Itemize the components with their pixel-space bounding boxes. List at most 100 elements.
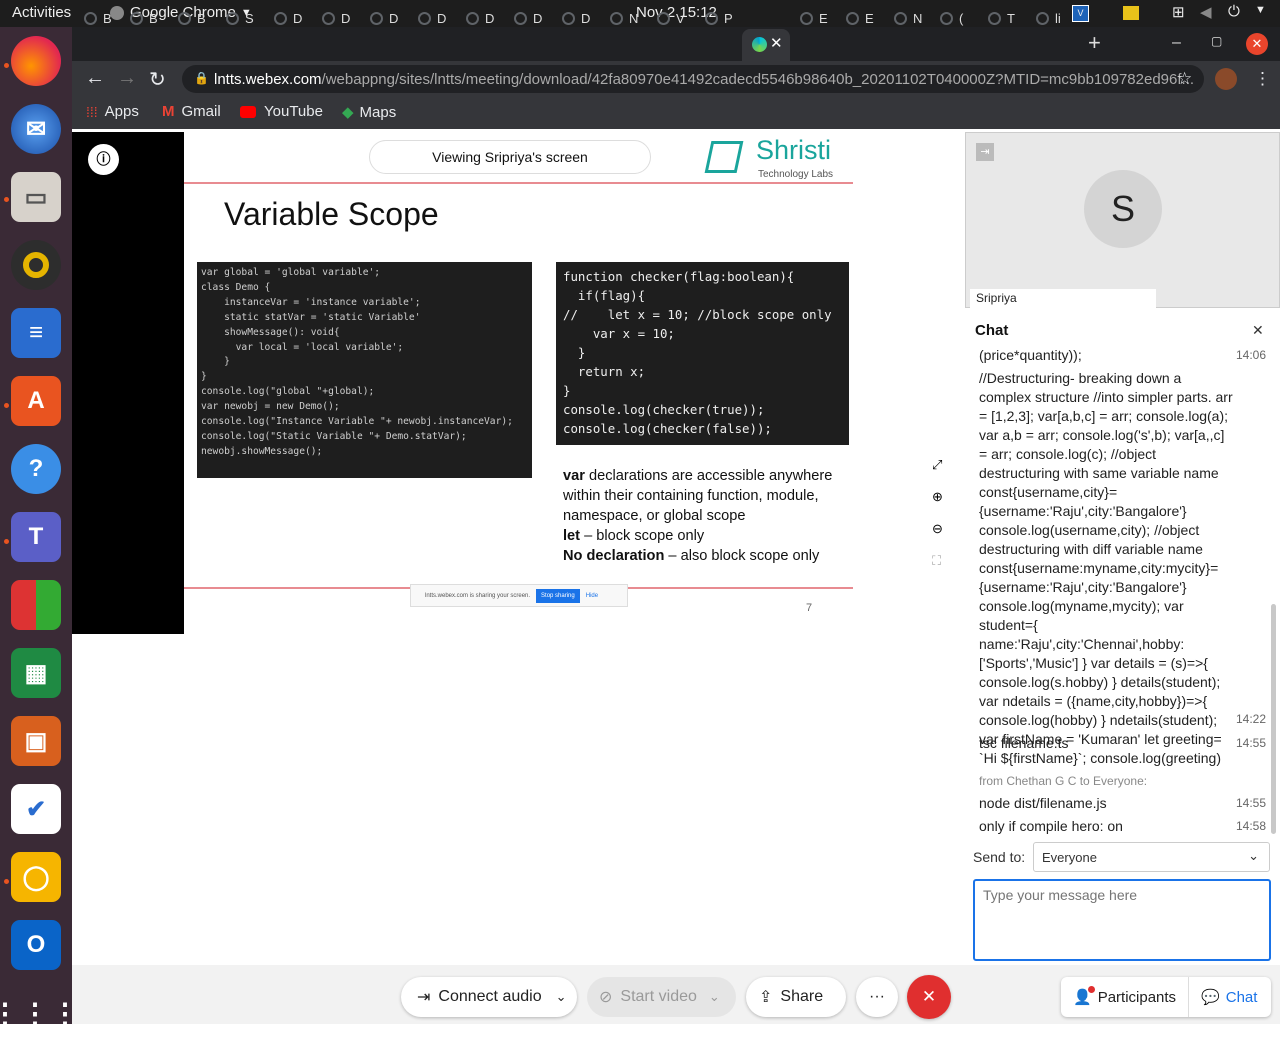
power-icon[interactable]: ⏻ <box>1228 3 1240 20</box>
close-chat-icon[interactable]: ✕ <box>1252 322 1264 339</box>
address-bar[interactable]: 🔒 lntts.webex.com/webappng/sites/lntts/m… <box>182 65 1204 93</box>
browser-tab[interactable]: li <box>1036 5 1061 32</box>
browser-tab[interactable]: E <box>846 5 874 32</box>
fit-icon[interactable]: ⛶ <box>932 553 941 569</box>
files-icon[interactable]: ▭ <box>11 172 61 222</box>
share-button[interactable]: ⇪ Share <box>746 977 846 1017</box>
help-icon[interactable]: ? <box>11 444 61 494</box>
collapse-panel-icon[interactable]: ⇥ <box>976 143 994 161</box>
teams-icon[interactable]: T <box>11 512 61 562</box>
rhythmbox-icon[interactable] <box>11 240 61 290</box>
browser-tab[interactable]: E <box>800 5 828 32</box>
tab-title: D <box>341 11 351 26</box>
more-options-button[interactable]: ··· <box>856 977 898 1017</box>
browser-tab[interactable]: B <box>84 5 112 32</box>
software-center-icon[interactable]: A <box>11 376 61 426</box>
outlook-icon[interactable]: O <box>11 920 61 970</box>
scope-notes: var declarations are accessible anywhere… <box>563 466 853 566</box>
maximize-icon[interactable]: ▢ <box>1211 34 1222 48</box>
bookmark-youtube[interactable]: YouTube <box>240 103 323 120</box>
chrome-icon <box>110 5 124 20</box>
browser-tab[interactable]: D <box>274 5 302 32</box>
browser-tab[interactable]: B <box>178 5 206 32</box>
fullscreen-icon[interactable]: ⤢ <box>932 457 942 473</box>
chrome-menu-icon[interactable]: ⋮ <box>1254 69 1271 89</box>
chat-toggle-button[interactable]: 💬 Chat <box>1189 977 1269 1017</box>
browser-tab[interactable]: B <box>130 5 158 32</box>
back-icon[interactable]: ← <box>85 67 105 90</box>
hide-button[interactable]: Hide <box>586 593 598 599</box>
stop-sharing-button[interactable]: Stop sharing <box>536 588 580 603</box>
info-icon[interactable]: ⓘ <box>88 144 119 175</box>
bookmark-apps[interactable]: ⁞⁞⁞ Apps <box>86 103 139 120</box>
profile-avatar[interactable] <box>1215 68 1237 90</box>
thunderbird-icon[interactable]: ✉ <box>11 104 61 154</box>
note-nodecl-bold: No declaration <box>563 548 665 564</box>
browser-tab[interactable]: P <box>705 5 733 32</box>
show-apps-icon[interactable]: ⋮⋮⋮ <box>0 988 79 1038</box>
browser-tab[interactable]: ( <box>940 5 963 32</box>
browser-tab[interactable]: D <box>370 5 398 32</box>
bookmark-gmail[interactable]: M Gmail <box>162 103 221 120</box>
browser-tab[interactable]: D <box>514 5 542 32</box>
leave-meeting-button[interactable]: ✕ <box>907 975 951 1019</box>
tab-title: B <box>149 11 158 26</box>
system-menu-arrow-icon[interactable]: ▼ <box>1255 4 1266 16</box>
start-video-button[interactable]: ⊘ Start video ⌄ <box>587 977 736 1017</box>
firefox-icon[interactable] <box>11 36 61 86</box>
writer-icon[interactable]: ≡ <box>11 308 61 358</box>
browser-tab[interactable]: D <box>466 5 494 32</box>
browser-tab[interactable]: N <box>610 5 638 32</box>
reload-icon[interactable]: ↻ <box>149 67 166 92</box>
bulb-icon[interactable]: ◯ <box>11 852 61 902</box>
office-icon[interactable] <box>11 580 61 630</box>
audio-options-chevron-icon[interactable]: ⌄ <box>556 989 567 1005</box>
minimize-icon[interactable]: – <box>1172 34 1181 52</box>
slide-title: Variable Scope <box>224 196 439 232</box>
note-var-bold: var <box>563 468 585 484</box>
activities-button[interactable]: Activities <box>12 4 71 21</box>
browser-tab[interactable]: T <box>988 5 1015 32</box>
bookmark-star-icon[interactable]: ☆ <box>1177 69 1192 89</box>
video-options-chevron-icon[interactable]: ⌄ <box>709 989 720 1005</box>
bookmark-maps[interactable]: ◆ Maps <box>342 103 396 122</box>
tab-title: V <box>676 11 685 26</box>
volume-icon[interactable]: ◀ <box>1200 3 1212 21</box>
close-window-icon[interactable]: ✕ <box>1246 33 1268 55</box>
presentation-slide: Shristi Technology Labs Variable Scope v… <box>184 132 853 634</box>
gmail-icon: M <box>162 103 175 120</box>
vscode-tray-icon[interactable]: V <box>1072 5 1089 22</box>
close-tab-icon[interactable]: ✕ <box>770 34 783 52</box>
chat-scrollbar[interactable] <box>1271 604 1276 834</box>
forward-icon[interactable]: → <box>117 67 137 90</box>
browser-tab[interactable]: N <box>894 5 922 32</box>
active-tab[interactable]: ✕ <box>742 29 790 61</box>
network-icon[interactable]: ⊞ <box>1172 3 1185 21</box>
note-var: var declarations are accessible anywhere… <box>563 466 853 526</box>
tab-favicon-icon <box>894 12 907 25</box>
tab-favicon-icon <box>130 12 143 25</box>
connect-audio-button[interactable]: ⇥ Connect audio ⌄ <box>401 977 577 1017</box>
tab-title: ( <box>959 11 964 26</box>
browser-tab[interactable]: S <box>226 5 254 32</box>
zoom-out-icon[interactable]: ⊖ <box>932 521 943 537</box>
zoom-in-icon[interactable]: ⊕ <box>932 489 943 505</box>
tab-favicon-icon <box>846 12 859 25</box>
browser-tab[interactable]: V <box>657 5 685 32</box>
tab-favicon-icon <box>466 12 479 25</box>
impress-icon[interactable]: ▣ <box>11 716 61 766</box>
apps-grid-icon: ⁞⁞⁞ <box>86 103 98 120</box>
chat-input[interactable] <box>973 879 1271 961</box>
send-to-select[interactable]: Everyone ⌄ <box>1033 842 1270 872</box>
browser-tab[interactable]: D <box>418 5 446 32</box>
browser-tab[interactable]: D <box>562 5 590 32</box>
calc-icon[interactable]: ▦ <box>11 648 61 698</box>
new-tab-button[interactable]: + <box>1088 30 1101 56</box>
chat-message: //Destructuring- breaking down a complex… <box>979 370 1233 766</box>
notes-tray-icon[interactable] <box>1123 6 1139 20</box>
browser-tab[interactable]: D <box>322 5 350 32</box>
todo-icon[interactable]: ✔ <box>11 784 61 834</box>
more-options-icon: ··· <box>869 988 885 1005</box>
participants-button[interactable]: 👤 Participants <box>1061 977 1190 1017</box>
tab-title: E <box>865 11 874 26</box>
